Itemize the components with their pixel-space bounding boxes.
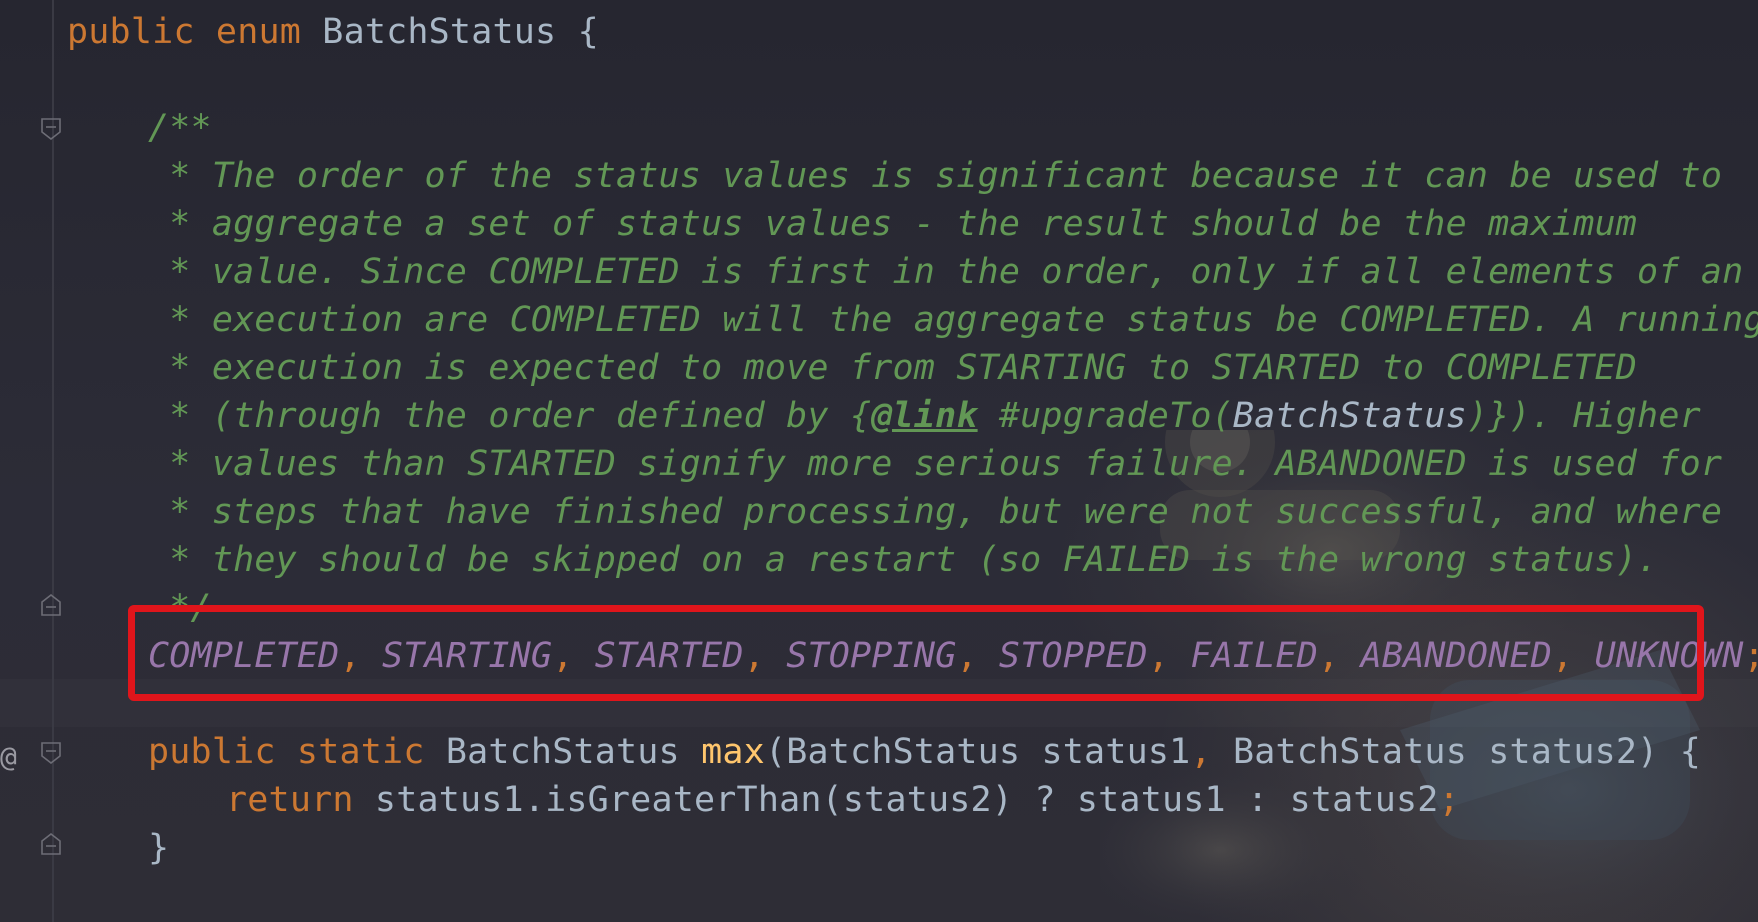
param-name[interactable]: status2: [1488, 732, 1637, 772]
return-expression[interactable]: status1.isGreaterThan(status2) ? status1…: [375, 780, 1439, 820]
param-comma: ,: [1190, 732, 1212, 772]
semicolon: ;: [1438, 780, 1460, 820]
javadoc-open: /**: [148, 108, 212, 148]
javadoc-text: * execution is expected to move from STA…: [148, 348, 1638, 388]
open-brace: {: [577, 12, 599, 52]
javadoc-link-tag[interactable]: @link: [871, 396, 977, 436]
return-statement-line[interactable]: return status1.isGreaterThan(status2) ? …: [226, 776, 1460, 824]
fold-collapse-icon[interactable]: [41, 742, 61, 764]
javadoc-text: * they should be skipped on a restart (s…: [148, 540, 1659, 580]
javadoc-type-reference[interactable]: BatchStatus: [1233, 396, 1467, 436]
paren-close-brace: ) {: [1637, 732, 1701, 772]
javadoc-text: * execution are COMPLETED will the aggre…: [148, 300, 1758, 340]
close-brace: }: [148, 828, 170, 868]
return-type[interactable]: BatchStatus: [446, 732, 680, 772]
fold-end-icon[interactable]: [41, 833, 61, 855]
paren-open: (: [764, 732, 787, 772]
javadoc-text: * steps that have finished processing, b…: [148, 492, 1723, 532]
code-editor[interactable]: @ public enum BatchStatus { /** * The or…: [0, 0, 1758, 922]
javadoc-text: * values than STARTED signify more serio…: [148, 444, 1723, 484]
javadoc-line[interactable]: * (through the order defined by {@link #…: [148, 392, 1701, 440]
javadoc-text: * aggregate a set of status values - the…: [148, 204, 1638, 244]
javadoc-line[interactable]: * value. Since COMPLETED is first in the…: [148, 248, 1743, 296]
enum-declaration-line[interactable]: public enum BatchStatus {: [67, 8, 599, 56]
javadoc-line[interactable]: * execution is expected to move from STA…: [148, 344, 1637, 392]
javadoc-text: * The order of the status values is sign…: [148, 156, 1723, 196]
enum-name[interactable]: BatchStatus: [322, 12, 556, 52]
javadoc-open-line[interactable]: /**: [148, 104, 212, 152]
javadoc-line[interactable]: * aggregate a set of status values - the…: [148, 200, 1637, 248]
javadoc-text: )}). Higher: [1466, 396, 1701, 436]
javadoc-text: * (through the order defined by {: [148, 396, 872, 436]
javadoc-text: #upgradeTo(: [977, 396, 1233, 436]
fold-collapse-icon[interactable]: [41, 118, 61, 140]
keyword-public: public: [67, 12, 195, 52]
method-close-line[interactable]: }: [148, 824, 169, 872]
keyword-public: public: [148, 732, 276, 772]
javadoc-line[interactable]: * execution are COMPLETED will the aggre…: [148, 296, 1758, 344]
keyword-enum: enum: [215, 12, 302, 52]
constant-terminator: ;: [1743, 636, 1758, 676]
keyword-static: static: [296, 732, 425, 772]
javadoc-line[interactable]: * values than STARTED signify more serio…: [148, 440, 1722, 488]
javadoc-line[interactable]: * they should be skipped on a restart (s…: [148, 536, 1658, 584]
param-type[interactable]: BatchStatus: [786, 732, 1020, 772]
method-signature-line[interactable]: public static BatchStatus max(BatchStatu…: [148, 728, 1701, 776]
annotation-highlight-box: [128, 605, 1704, 701]
param-name[interactable]: status1: [1042, 732, 1191, 772]
fold-end-icon[interactable]: [41, 594, 61, 616]
javadoc-text: * value. Since COMPLETED is first in the…: [148, 252, 1744, 292]
javadoc-line[interactable]: * steps that have finished processing, b…: [148, 488, 1722, 536]
keyword-return: return: [226, 780, 354, 820]
param-type[interactable]: BatchStatus: [1233, 732, 1467, 772]
javadoc-line[interactable]: * The order of the status values is sign…: [148, 152, 1722, 200]
override-marker-icon[interactable]: @: [0, 733, 17, 781]
method-name[interactable]: max: [701, 732, 765, 772]
